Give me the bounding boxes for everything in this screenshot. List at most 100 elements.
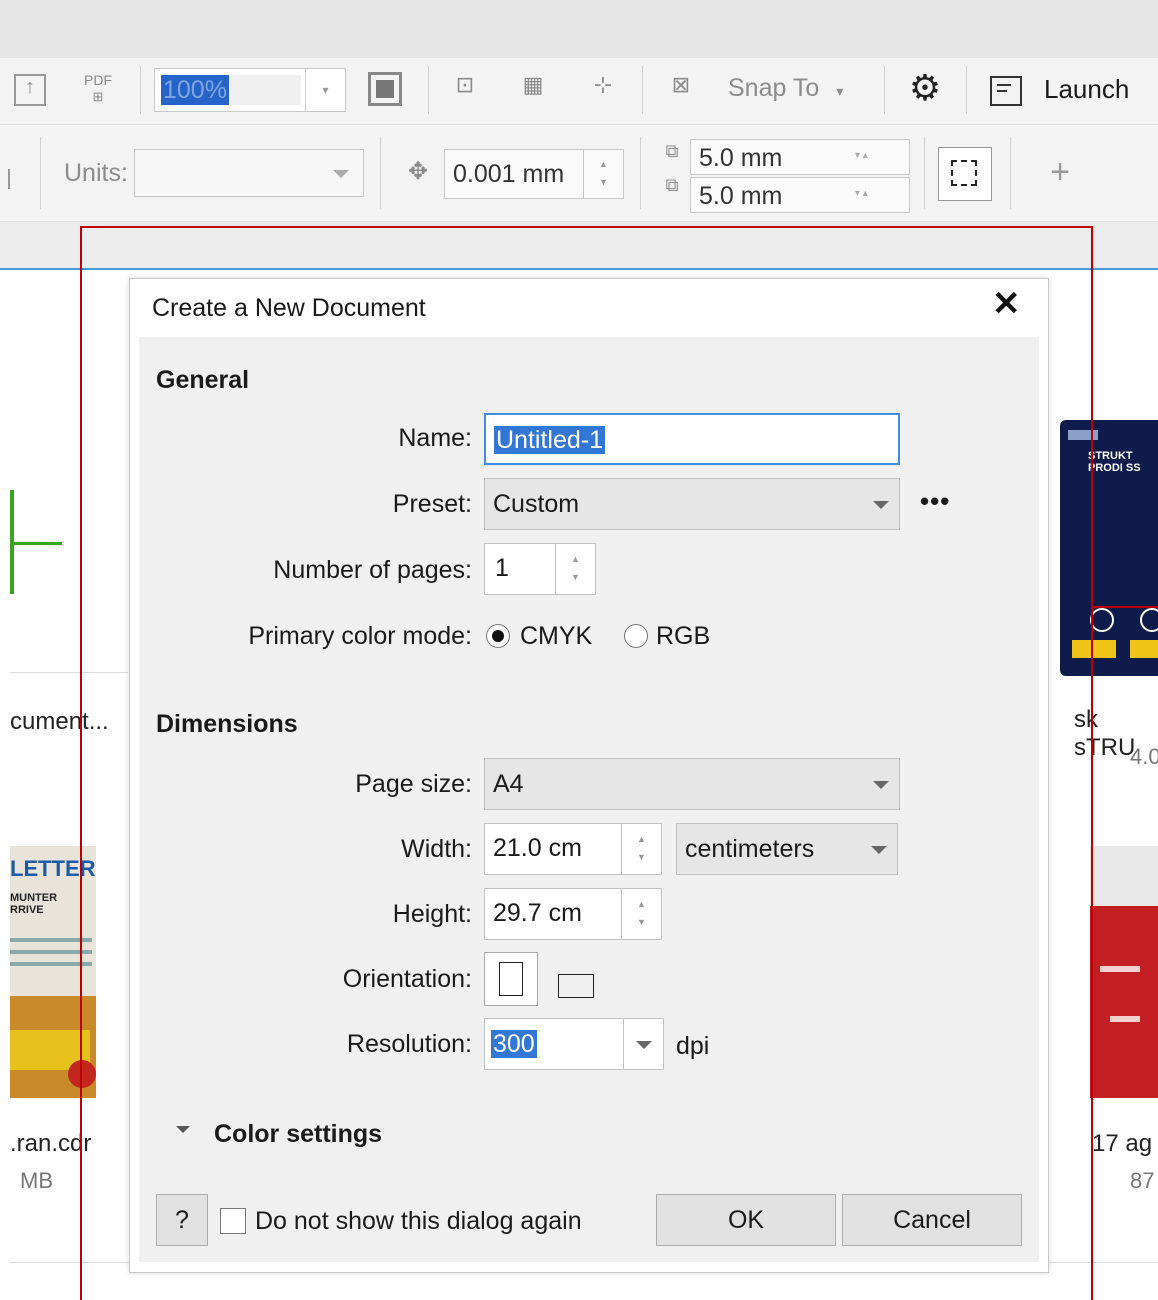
rgb-label[interactable]: RGB xyxy=(656,622,710,651)
guidelines-icon[interactable]: ⊹ xyxy=(582,72,624,98)
name-value: Untitled-1 xyxy=(494,426,605,454)
units-label: Units: xyxy=(64,159,128,187)
snap-off-icon[interactable]: ⊠ xyxy=(660,72,702,98)
separator xyxy=(1010,137,1011,209)
duplicate-y-value: 5.0 mm xyxy=(699,182,783,210)
selection-frame-icon xyxy=(951,160,977,186)
duplicate-y-spinner[interactable]: ▾ ▴ xyxy=(855,188,868,199)
page-size-dropdown[interactable]: A4 xyxy=(484,758,900,810)
treat-as-filled-button[interactable] xyxy=(938,147,992,201)
dialog-title: Create a New Document xyxy=(152,294,426,322)
pages-value: 1 xyxy=(495,554,509,582)
pages-spinner[interactable]: ▲ ▼ xyxy=(555,544,595,594)
grid-icon[interactable]: ▦ xyxy=(512,72,554,98)
chevron-down-icon xyxy=(333,170,349,178)
units-dropdown[interactable] xyxy=(134,149,364,197)
landscape-page-icon[interactable] xyxy=(558,974,594,998)
width-value: 21.0 cm xyxy=(493,834,582,862)
separator xyxy=(924,137,925,209)
ok-button[interactable]: OK xyxy=(656,1194,836,1246)
resolution-dropdown-arrow[interactable] xyxy=(623,1019,663,1069)
zoom-combobox[interactable]: 100% ▾ xyxy=(154,68,346,112)
thumbnail-title: STRUKT PRODI SS xyxy=(1088,450,1141,474)
preset-dropdown[interactable]: Custom xyxy=(484,478,900,530)
separator xyxy=(380,137,381,209)
separator xyxy=(428,66,429,114)
recent-file-thumbnail[interactable]: STRUKT PRODI SS xyxy=(1060,420,1158,676)
portrait-page-icon xyxy=(499,962,523,996)
portrait-button[interactable] xyxy=(484,952,538,1006)
launch-button[interactable]: Launch xyxy=(1044,74,1129,105)
duplicate-x-value: 5.0 mm xyxy=(699,144,783,172)
separator xyxy=(642,66,643,114)
page-size-value: A4 xyxy=(493,770,524,798)
dimensions-heading: Dimensions xyxy=(156,710,298,738)
units-value: centimeters xyxy=(685,835,815,863)
resolution-combobox[interactable]: 300 xyxy=(484,1018,664,1070)
standard-toolbar: ↑ PDF ⊞ 100% ▾ ⊡ ▦ ⊹ ⊠ Snap To ▾ ⚙ Launch xyxy=(0,58,1158,125)
zoom-dropdown-arrow[interactable]: ▾ xyxy=(305,69,345,111)
name-label: Name: xyxy=(398,424,472,452)
chevron-down-icon: ▾ xyxy=(836,83,844,99)
duplicate-y-input[interactable]: 5.0 mm ▾ ▴ xyxy=(690,177,910,213)
cmyk-radio[interactable] xyxy=(486,624,510,648)
units-dropdown[interactable]: centimeters xyxy=(676,823,898,875)
chevron-down-icon xyxy=(873,781,889,789)
height-input[interactable]: 29.7 cm ▲ ▼ xyxy=(484,888,662,940)
highlight-frame-top xyxy=(80,226,1093,228)
nudge-distance-icon: ✥ xyxy=(407,158,429,185)
nudge-spinner[interactable]: ▲ ▼ xyxy=(583,150,623,198)
pages-stepper[interactable]: 1 ▲ ▼ xyxy=(484,543,596,595)
nudge-distance-input[interactable]: 0.001 mm ▲ ▼ xyxy=(444,149,624,199)
plus-icon[interactable]: + xyxy=(1040,153,1080,192)
zoom-value: 100% xyxy=(161,75,229,105)
document-tab-strip xyxy=(0,222,1158,270)
publish-pdf-icon[interactable]: PDF ⊞ xyxy=(78,72,118,105)
new-document-plus-horizontal[interactable] xyxy=(10,542,62,545)
name-input[interactable]: Untitled-1 xyxy=(484,413,900,465)
separator xyxy=(640,137,641,209)
recent-file-caption[interactable]: cument... xyxy=(10,708,109,736)
dont-show-label[interactable]: Do not show this dialog again xyxy=(255,1207,582,1236)
width-spinner[interactable]: ▲ ▼ xyxy=(621,824,661,874)
width-input[interactable]: 21.0 cm ▲ ▼ xyxy=(484,823,662,875)
resolution-unit: dpi xyxy=(676,1032,710,1060)
color-settings-toggle[interactable]: Color settings xyxy=(214,1120,382,1149)
height-value: 29.7 cm xyxy=(493,899,582,927)
dont-show-checkbox[interactable] xyxy=(220,1208,246,1234)
duplicate-x-spinner[interactable]: ▾ ▴ xyxy=(855,150,868,161)
preset-label: Preset: xyxy=(392,490,472,518)
cancel-button[interactable]: Cancel xyxy=(842,1194,1022,1246)
resolution-value: 300 xyxy=(491,1030,537,1058)
cmyk-label[interactable]: CMYK xyxy=(520,622,592,651)
snap-to-menu[interactable]: Snap To ▾ xyxy=(728,74,843,103)
thumbnail-title: LETTER xyxy=(10,856,96,881)
highlight-frame-right xyxy=(1091,226,1093,1300)
help-button[interactable]: ? xyxy=(156,1194,208,1246)
recent-file-caption[interactable]: 17 ag xyxy=(1092,1130,1152,1158)
gear-icon[interactable]: ⚙ xyxy=(902,68,948,108)
zoom-to-page-icon[interactable] xyxy=(368,72,402,106)
thumbnail-subtitle: MUNTER RRIVE xyxy=(10,892,58,916)
rulers-icon[interactable]: ⊡ xyxy=(444,72,486,98)
duplicate-y-icon: ⧉ xyxy=(665,175,679,195)
highlight-frame-left xyxy=(80,226,82,1300)
pdf-label: PDF xyxy=(84,72,112,88)
recent-file-thumbnail[interactable]: LETTER MUNTER RRIVE xyxy=(10,846,96,1098)
duplicate-x-input[interactable]: 5.0 mm ▾ ▴ xyxy=(690,139,910,175)
recent-file-thumbnail[interactable] xyxy=(1090,846,1158,1098)
height-spinner[interactable]: ▲ ▼ xyxy=(621,889,661,939)
snap-to-label: Snap To xyxy=(728,74,820,102)
more-options-icon[interactable]: ••• xyxy=(920,486,950,517)
expand-triangle-icon[interactable] xyxy=(176,1126,190,1133)
rgb-radio[interactable] xyxy=(624,624,648,648)
general-heading: General xyxy=(156,366,250,394)
color-mode-label: Primary color mode: xyxy=(248,622,472,650)
close-icon[interactable]: ✕ xyxy=(992,284,1021,324)
resolution-label: Resolution: xyxy=(346,1030,472,1058)
export-icon[interactable]: ↑ xyxy=(14,74,46,106)
separator xyxy=(140,66,141,114)
separator xyxy=(966,66,967,114)
height-label: Height: xyxy=(392,900,472,928)
orientation-label: Orientation: xyxy=(342,965,472,993)
